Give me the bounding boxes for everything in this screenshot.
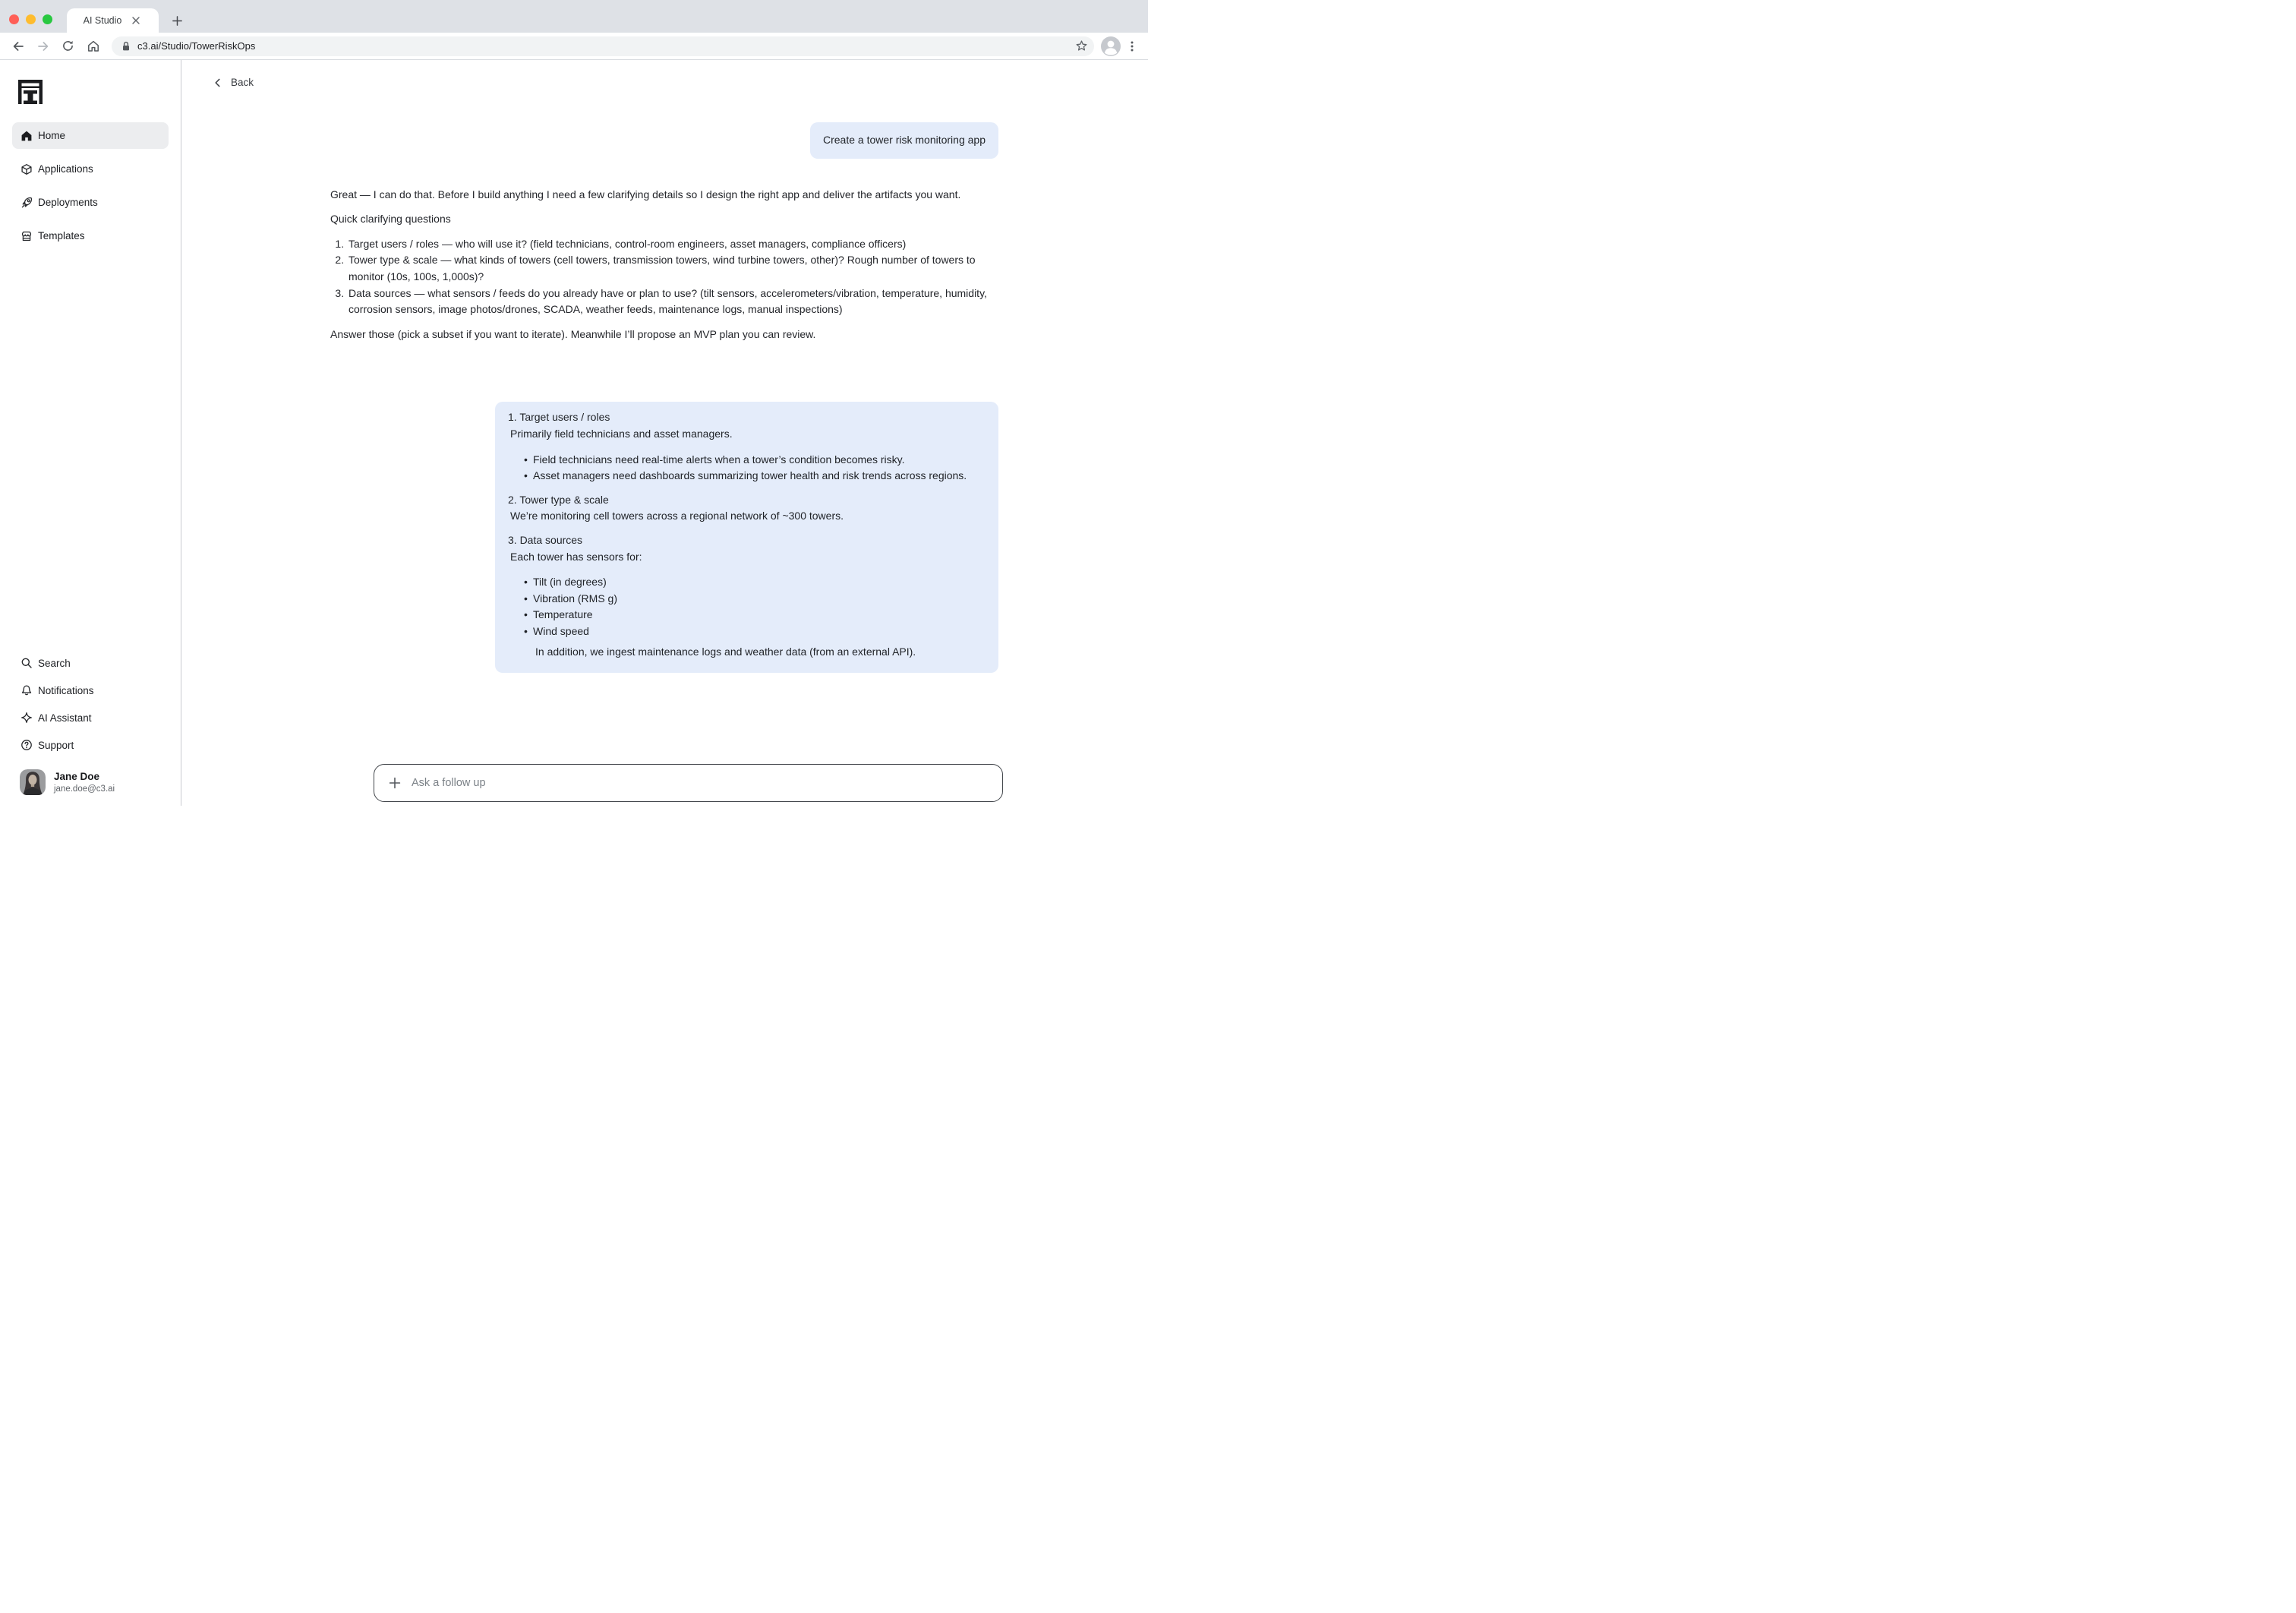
arrow-left-icon (11, 39, 25, 53)
user-avatar (20, 769, 46, 795)
clarifying-question-list: Target users / roles — who will use it? … (330, 236, 998, 318)
browser-back-button[interactable] (5, 35, 30, 58)
answer-bullet: Wind speed (533, 623, 983, 640)
answer-bullet-list: Tilt (in degrees) Vibration (RMS g) Temp… (508, 574, 983, 639)
home-outline-icon (87, 39, 100, 53)
tab-title: AI Studio (84, 15, 122, 26)
tab-close-icon[interactable] (130, 14, 142, 27)
cube-icon (20, 163, 33, 175)
sidebar-nav-top: Home Applications (0, 122, 181, 249)
user-answer-bubble: 1. Target users / roles Primarily field … (495, 402, 998, 673)
browser-menu-button[interactable] (1121, 36, 1143, 57)
answer-section-heading: 2. Tower type & scale (508, 492, 983, 509)
sparkle-icon (20, 712, 33, 724)
profile-avatar-icon (1100, 36, 1121, 57)
maximize-window-button[interactable] (43, 14, 52, 24)
app-logo (18, 80, 43, 104)
assistant-intro: Great — I can do that. Before I build an… (330, 187, 998, 204)
browser-toolbar: c3.ai/Studio/TowerRiskOps (0, 33, 1148, 60)
sidebar-item-label: Notifications (38, 685, 94, 696)
home-button[interactable] (80, 35, 106, 58)
answer-note: In addition, we ingest maintenance logs … (508, 644, 983, 661)
sidebar-item-notifications[interactable]: Notifications (12, 678, 169, 702)
answer-section-body: We’re monitoring cell towers across a re… (508, 508, 983, 525)
sidebar-item-label: Applications (38, 163, 93, 175)
arrow-right-icon (36, 39, 50, 53)
answer-section-heading: 3. Data sources (508, 532, 983, 549)
user-profile[interactable]: Jane Doe jane.doe@c3.ai (20, 769, 169, 795)
clarifying-question: Target users / roles — who will use it? … (347, 236, 998, 253)
sidebar-item-label: Deployments (38, 197, 98, 208)
answer-bullet: Temperature (533, 607, 983, 623)
sidebar-item-search[interactable]: Search (12, 651, 169, 675)
back-label: Back (231, 77, 254, 88)
storefront-icon (20, 229, 33, 242)
sidebar-item-templates[interactable]: Templates (12, 223, 169, 249)
close-window-button[interactable] (9, 14, 19, 24)
plus-icon (172, 15, 183, 27)
reload-button[interactable] (55, 35, 80, 58)
bell-icon (20, 684, 33, 697)
browser-forward-button[interactable] (30, 35, 55, 58)
answer-bullet: Tilt (in degrees) (533, 574, 983, 591)
kebab-menu-icon (1126, 40, 1138, 52)
home-icon (20, 129, 33, 142)
help-icon (20, 739, 33, 752)
sidebar-item-applications[interactable]: Applications (12, 156, 169, 182)
answer-bullet-list: Field technicians need real-time alerts … (508, 452, 983, 485)
user-message-text: Create a tower risk monitoring app (823, 134, 986, 146)
lock-icon (121, 41, 131, 52)
rocket-icon (20, 196, 33, 209)
sidebar-item-label: AI Assistant (38, 712, 92, 724)
sidebar-item-label: Search (38, 658, 71, 669)
clarifying-question: Data sources — what sensors / feeds do y… (347, 286, 998, 318)
minimize-window-button[interactable] (26, 14, 36, 24)
search-icon (20, 657, 33, 670)
plus-icon[interactable] (388, 776, 402, 790)
sidebar-nav-bottom: Search Notifications AI Assistant (0, 651, 181, 757)
assistant-closing: Answer those (pick a subset if you want … (330, 327, 998, 343)
answer-bullet: Field technicians need real-time alerts … (533, 452, 983, 469)
user-message-bubble: Create a tower risk monitoring app (810, 122, 998, 159)
assistant-subheading: Quick clarifying questions (330, 211, 998, 228)
chat-area: Back Create a tower risk monitoring app … (181, 60, 1148, 806)
browser-profile-button[interactable] (1100, 36, 1121, 57)
answer-section-body: Each tower has sensors for: (508, 549, 983, 566)
chevron-left-icon (213, 77, 223, 88)
answer-section-body: Primarily field technicians and asset ma… (508, 426, 983, 443)
clarifying-question: Tower type & scale — what kinds of tower… (347, 252, 998, 285)
window-controls (9, 14, 52, 24)
assistant-message: Great — I can do that. Before I build an… (330, 187, 998, 343)
new-tab-button[interactable] (167, 11, 187, 30)
browser-tab-strip: AI Studio (0, 0, 1148, 33)
bookmark-star-icon[interactable] (1075, 39, 1088, 52)
answer-bullet: Asset managers need dashboards summarizi… (533, 468, 983, 485)
url-text: c3.ai/Studio/TowerRiskOps (137, 40, 1075, 52)
sidebar-item-home[interactable]: Home (12, 122, 169, 149)
sidebar-item-label: Templates (38, 230, 85, 241)
followup-composer[interactable] (374, 764, 1003, 802)
browser-tab[interactable]: AI Studio (67, 8, 159, 33)
back-button[interactable]: Back (213, 77, 254, 88)
user-name: Jane Doe (54, 771, 115, 783)
url-bar[interactable]: c3.ai/Studio/TowerRiskOps (112, 36, 1094, 56)
reload-icon (62, 39, 74, 52)
sidebar-item-label: Home (38, 130, 65, 141)
answer-bullet: Vibration (RMS g) (533, 591, 983, 608)
sidebar-item-label: Support (38, 740, 74, 751)
sidebar-item-support[interactable]: Support (12, 733, 169, 757)
user-email: jane.doe@c3.ai (54, 784, 115, 794)
followup-input[interactable] (410, 776, 990, 790)
sidebar: Home Applications (0, 60, 181, 806)
answer-section-heading: 1. Target users / roles (508, 409, 983, 426)
sidebar-item-ai-assistant[interactable]: AI Assistant (12, 705, 169, 730)
sidebar-item-deployments[interactable]: Deployments (12, 189, 169, 216)
